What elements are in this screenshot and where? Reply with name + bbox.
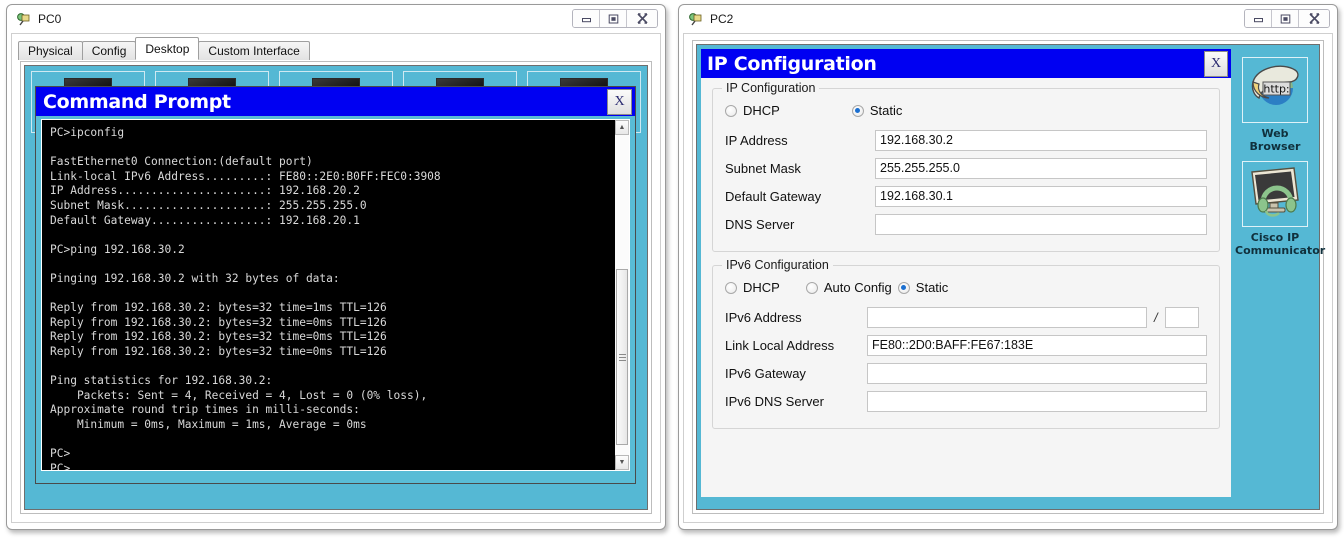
ip-address-row: IP Address 192.168.30.2	[725, 127, 1207, 153]
ipv6-prefix-input[interactable]	[1164, 306, 1199, 328]
console-output: PC>ipconfig FastEthernet0 Connection:(de…	[50, 126, 441, 470]
ipv6-dhcp-radio[interactable]	[725, 281, 737, 294]
ipv4-dhcp-label: DHCP	[743, 103, 780, 118]
scroll-down-icon[interactable]: ▼	[615, 455, 629, 470]
subnet-mask-input[interactable]: 255.255.255.0	[875, 157, 1207, 179]
ipv6-dns-server-row: IPv6 DNS Server	[725, 388, 1207, 414]
ipv4-static-radio[interactable]	[851, 104, 864, 117]
subnet-mask-row: Subnet Mask 255.255.255.0	[725, 155, 1207, 181]
close-button-pc0[interactable]	[627, 10, 657, 27]
dns-server-label: DNS Server	[725, 216, 795, 232]
screen: PC0 Physical Config Desktop Custom Inter…	[0, 0, 1344, 538]
web-browser-tile[interactable]: http:	[1242, 57, 1308, 123]
ipv6-auto-config-radio[interactable]	[805, 281, 818, 294]
window-controls-pc2	[1244, 9, 1330, 28]
packet-tracer-device-icon	[17, 12, 31, 26]
scroll-up-icon[interactable]: ▲	[615, 120, 629, 135]
ipv4-group-legend: IP Configuration	[722, 81, 820, 95]
tabstrip-pc0: Physical Config Desktop Custom Interface	[18, 37, 310, 60]
desktop-canvas-pc2: IP Configuration X IP Configuration DHCP	[696, 44, 1326, 510]
console-scrollbar[interactable]: ▲ ▼	[614, 120, 629, 470]
ipv4-configuration-group: IP Configuration DHCP Static IP Address …	[712, 81, 1220, 252]
ipv6-address-label: IPv6 Address	[725, 309, 802, 325]
ipv6-prefix-separator: /	[1154, 309, 1158, 325]
window-pc0[interactable]: PC0 Physical Config Desktop Custom Inter…	[6, 4, 666, 530]
desktop-pane: Command Prompt X PC>ipconfig FastEtherne…	[20, 61, 652, 514]
ipv6-gateway-label: IPv6 Gateway	[725, 365, 806, 381]
dns-server-input[interactable]	[875, 213, 1207, 235]
default-gateway-row: Default Gateway 192.168.30.1	[725, 183, 1207, 209]
minimize-button-pc2[interactable]	[1245, 10, 1272, 27]
link-local-address-label: Link Local Address	[725, 337, 835, 353]
ip-configuration-body: IP Configuration DHCP Static IP Address …	[701, 78, 1231, 429]
window-pc2[interactable]: PC2 IP Configuration X IP Configuration …	[678, 4, 1338, 530]
window-title-pc2: PC2	[710, 12, 734, 26]
ipv6-mode-radio-group: DHCP Auto Config Static	[725, 280, 1207, 295]
titlebar-pc0[interactable]: PC0	[7, 5, 665, 33]
dns-server-row: DNS Server	[725, 211, 1207, 237]
ipv6-gateway-input[interactable]	[867, 362, 1207, 384]
default-gateway-input[interactable]: 192.168.30.1	[875, 185, 1207, 207]
scrollbar-track[interactable]	[615, 135, 629, 455]
tab-config[interactable]: Config	[81, 41, 137, 60]
maximize-button-pc0[interactable]	[600, 10, 627, 27]
ip-address-input[interactable]: 192.168.30.2	[875, 129, 1207, 151]
command-prompt-window[interactable]: Command Prompt X PC>ipconfig FastEtherne…	[35, 86, 636, 484]
ipv6-dhcp-label: DHCP	[743, 280, 780, 295]
ip-configuration-close-button[interactable]: X	[1204, 51, 1228, 77]
link-local-address-input[interactable]: FE80::2D0:BAFF:FE67:183E	[867, 334, 1207, 356]
ipv6-address-row: IPv6 Address /	[725, 304, 1207, 330]
ipv6-static-radio[interactable]	[897, 281, 910, 294]
desktop-canvas: Command Prompt X PC>ipconfig FastEtherne…	[24, 65, 648, 510]
ip-address-label: IP Address	[725, 132, 788, 148]
ip-configuration-title: IP Configuration	[707, 52, 877, 75]
svg-text:http:: http:	[1263, 82, 1289, 95]
window-body-pc2: IP Configuration X IP Configuration DHCP	[683, 33, 1333, 523]
tab-custom-interface[interactable]: Custom Interface	[198, 41, 310, 60]
ipv6-configuration-group: IPv6 Configuration DHCP Auto Config Stat…	[712, 258, 1220, 429]
application-dock: http: Web Browser Cisco IP Communicator	[1235, 49, 1326, 497]
scrollbar-grip-icon	[618, 353, 626, 361]
tab-physical[interactable]: Physical	[18, 41, 83, 60]
subnet-mask-label: Subnet Mask	[725, 160, 801, 176]
command-prompt-title: Command Prompt	[43, 90, 231, 113]
web-browser-caption: Web Browser	[1249, 127, 1301, 153]
link-local-address-row: Link Local Address FE80::2D0:BAFF:FE67:1…	[725, 332, 1207, 358]
ip-configuration-titlebar[interactable]: IP Configuration X	[701, 49, 1231, 78]
command-prompt-console[interactable]: PC>ipconfig FastEthernet0 Connection:(de…	[41, 119, 630, 471]
ipv6-auto-config-label: Auto Config	[823, 280, 892, 295]
cisco-ip-communicator-tile[interactable]	[1242, 161, 1308, 227]
close-button-pc2[interactable]	[1299, 10, 1329, 27]
web-browser-icon: http:	[1247, 62, 1303, 119]
tab-desktop[interactable]: Desktop	[135, 37, 200, 60]
ip-configuration-window[interactable]: IP Configuration X IP Configuration DHCP	[701, 49, 1231, 497]
minimize-button-pc0[interactable]	[573, 10, 600, 27]
scrollbar-thumb[interactable]	[616, 269, 628, 446]
ipv4-static-label: Static	[869, 103, 903, 118]
ipv4-mode-radio-group: DHCP Static	[725, 103, 1207, 118]
ipv6-dns-server-input[interactable]	[867, 390, 1207, 412]
ipv6-static-label: Static	[915, 280, 949, 295]
ipv4-dhcp-radio[interactable]	[725, 104, 737, 117]
window-controls-pc0	[572, 9, 658, 28]
window-body-pc0: Physical Config Desktop Custom Interface	[11, 33, 661, 523]
command-prompt-close-button[interactable]: X	[607, 89, 632, 115]
maximize-button-pc2[interactable]	[1272, 10, 1299, 27]
ipv6-address-input[interactable]	[867, 306, 1147, 328]
ipv6-group-legend: IPv6 Configuration	[722, 258, 833, 272]
packet-tracer-device-icon	[689, 12, 703, 26]
cisco-ip-communicator-caption: Cisco IP Communicator	[1235, 231, 1326, 257]
titlebar-pc2[interactable]: PC2	[679, 5, 1337, 33]
desktop-pane-pc2: IP Configuration X IP Configuration DHCP	[692, 40, 1326, 514]
ipv6-dns-server-label: IPv6 DNS Server	[725, 393, 824, 409]
cisco-ip-communicator-icon	[1246, 166, 1304, 223]
ipv6-gateway-row: IPv6 Gateway	[725, 360, 1207, 386]
command-prompt-titlebar[interactable]: Command Prompt X	[36, 87, 635, 116]
window-title-pc0: PC0	[38, 12, 62, 26]
default-gateway-label: Default Gateway	[725, 188, 822, 204]
